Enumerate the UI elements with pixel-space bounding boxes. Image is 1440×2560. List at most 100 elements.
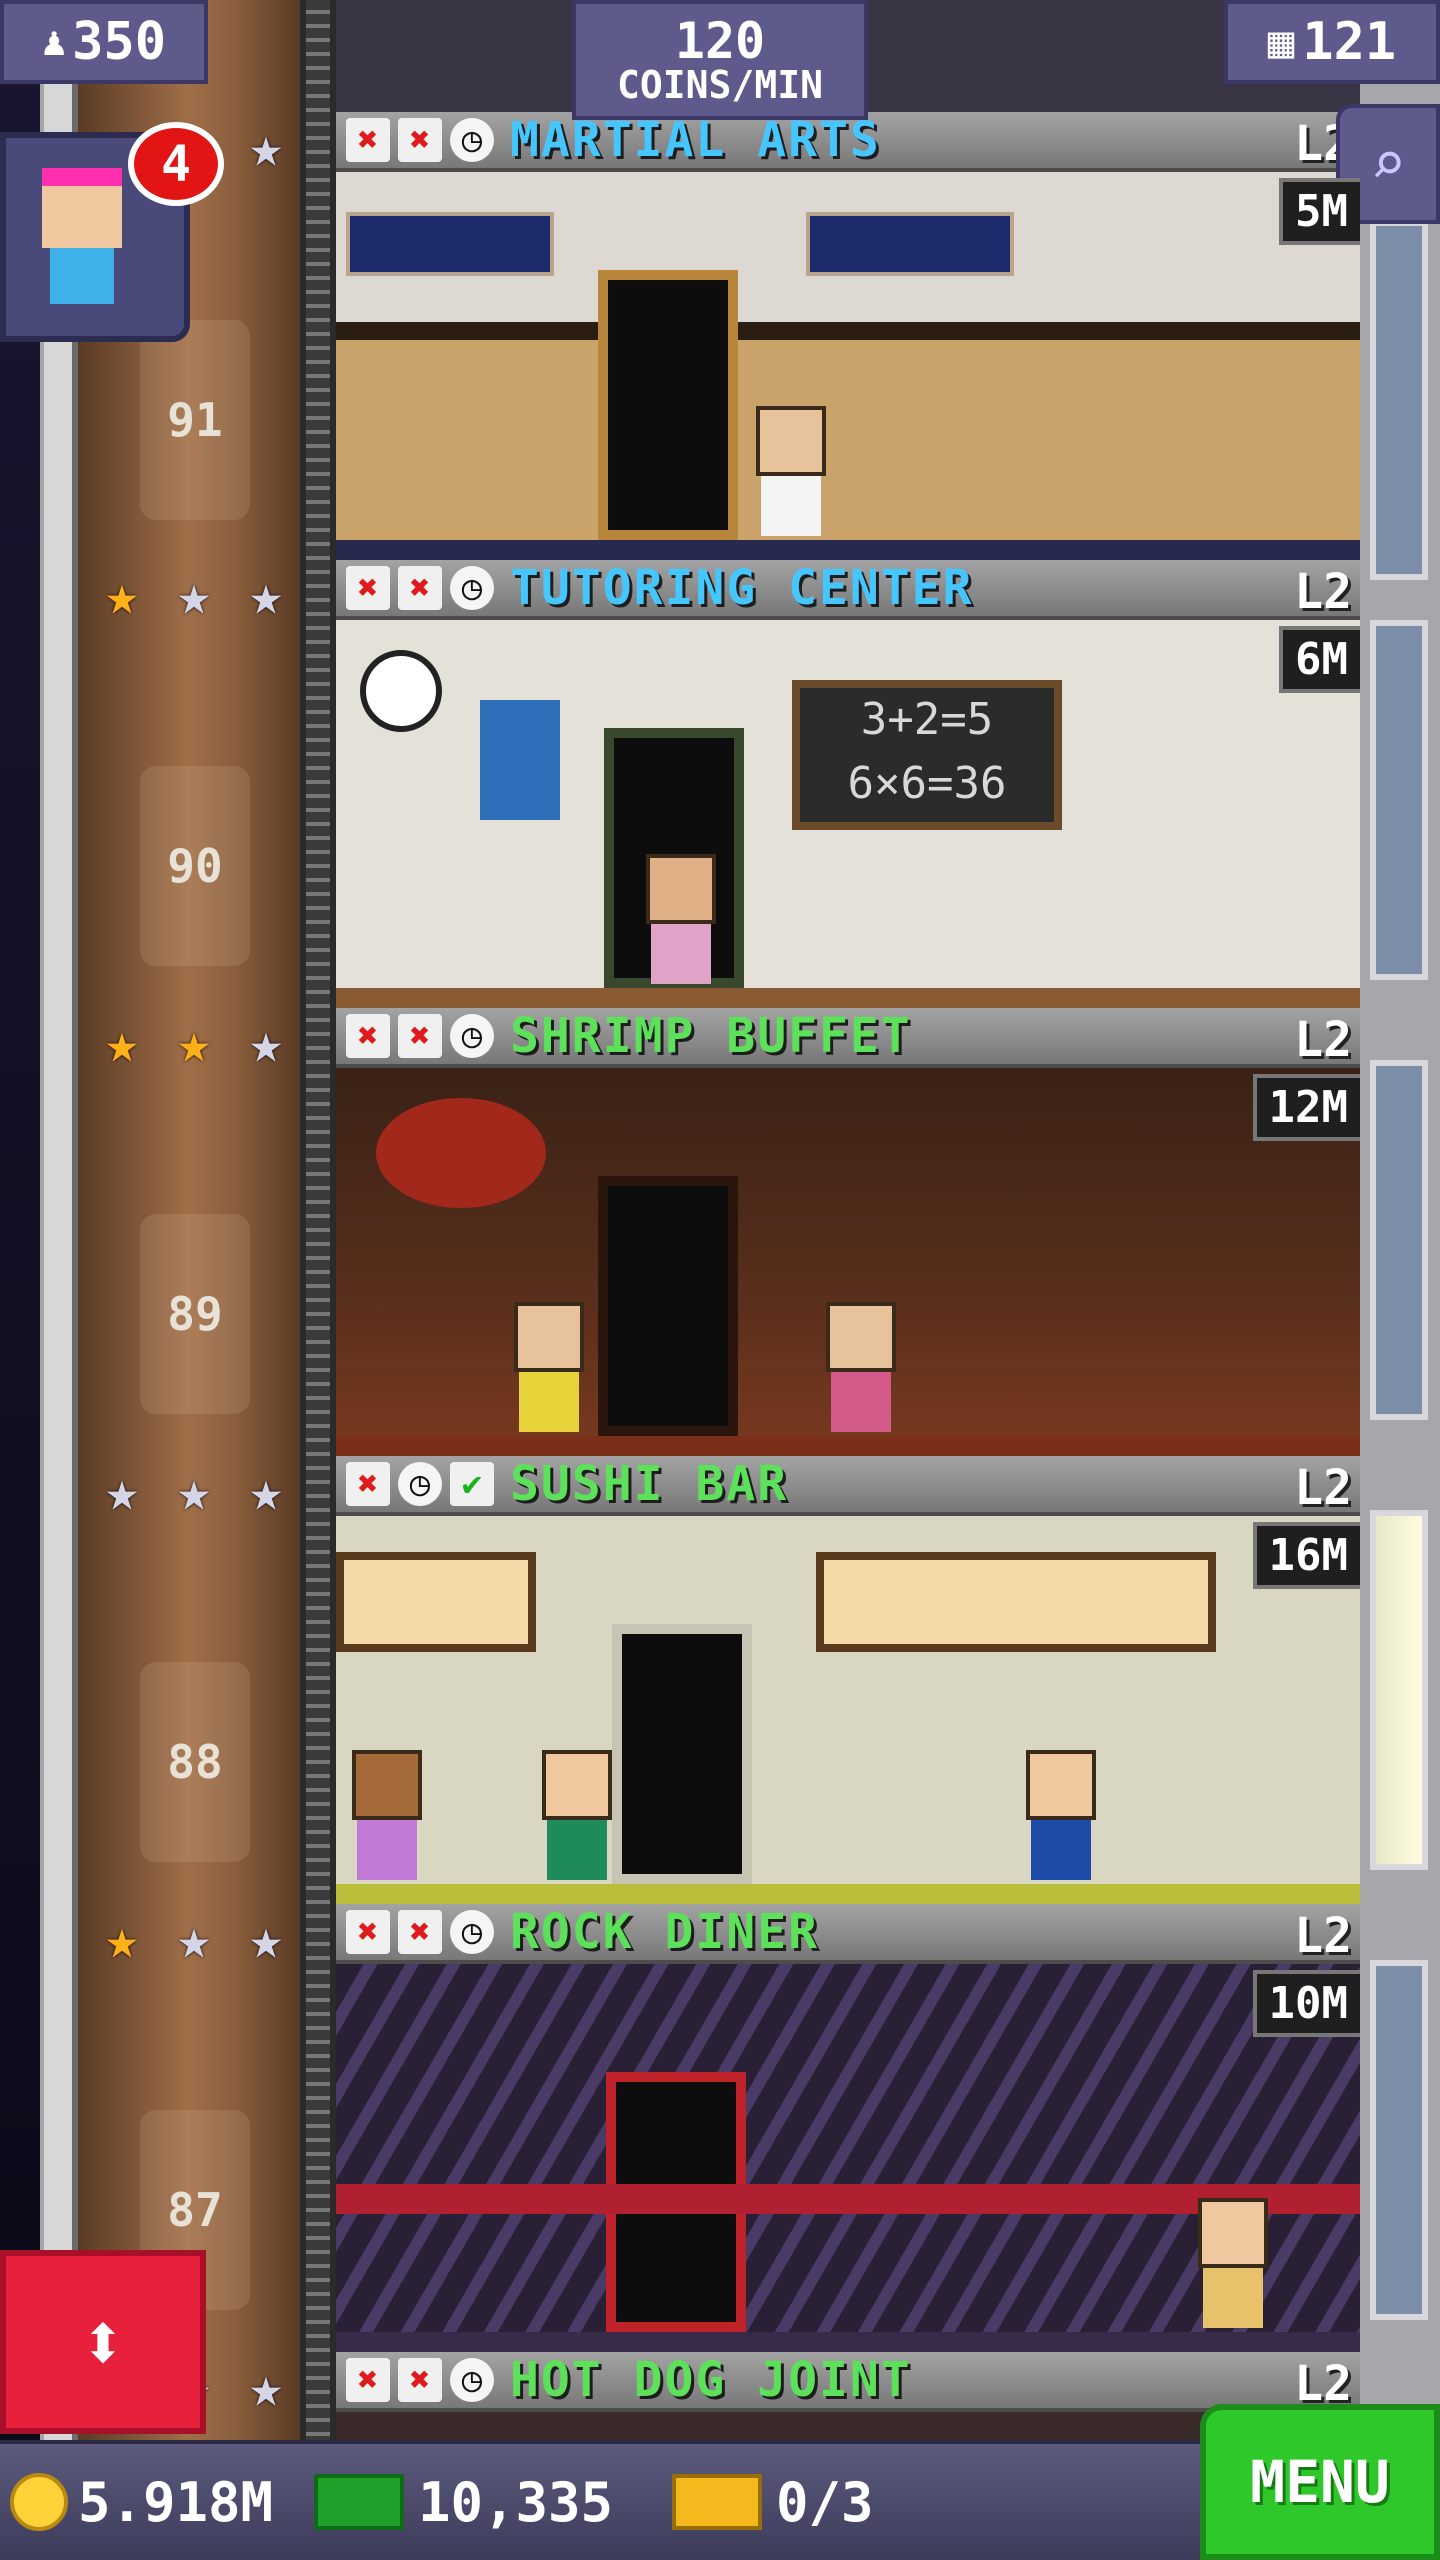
floor-shrimp-buffet[interactable]: ✖ ✖ ◷ SHRIMP BUFFET L2 12M [336, 1008, 1360, 1456]
bux-display[interactable]: 10,335 [314, 2444, 613, 2560]
floor-stock: 6M [1279, 626, 1360, 693]
star-rating-rock-diner: ★ ★ ★ [92, 1910, 296, 1970]
stock-empty-icon: ✖ [346, 2358, 390, 2402]
bitizen-character[interactable] [1026, 1750, 1096, 1880]
floor-header: ✖ ✖ ◷ HOT DOG JOINT L2 [336, 2352, 1360, 2412]
floor-stock: 16M [1252, 1522, 1360, 1589]
floor-name: ROCK DINER [510, 1904, 819, 1960]
up-down-arrow-icon: ⬍ [78, 2295, 128, 2389]
floor-base [336, 2332, 1360, 2352]
stock-empty-icon: ✖ [346, 1910, 390, 1954]
population-counter[interactable]: ♟ 350 [0, 0, 208, 84]
clock-icon: ◷ [450, 118, 494, 162]
building-icon: ▦ [1267, 16, 1295, 68]
star-gold-icon: ★ [105, 1011, 139, 1076]
floor-level: L2 [1294, 1012, 1352, 1068]
bitizen-character[interactable] [646, 854, 716, 984]
floor-number-89: 89 [140, 1214, 250, 1414]
notification-badge: 4 [128, 122, 224, 206]
floor-martial-arts[interactable]: ✖ ✖ ◷ MARTIAL ARTS L2 5M [336, 112, 1360, 560]
star-silver-icon: ★ [249, 563, 283, 628]
star-gold-icon: ★ [105, 563, 139, 628]
bux-value: 10,335 [418, 2470, 614, 2534]
tower-window [1370, 1510, 1428, 1870]
chalkboard-line-2: 6×6=36 [847, 758, 1007, 809]
menu-button[interactable]: MENU [1200, 2404, 1440, 2560]
floor-interior: 5M [336, 172, 1360, 560]
bitizen-character[interactable] [514, 1302, 584, 1432]
elevator-cable [300, 0, 336, 2440]
clock-icon: ◷ [450, 1014, 494, 1058]
floor-counter[interactable]: ▦ 121 [1224, 0, 1440, 84]
star-rating-sushi-bar: ★ ★ ★ [92, 1462, 296, 1522]
floor-level: L2 [1294, 1908, 1352, 1964]
bitizen-character[interactable] [756, 406, 826, 536]
railing [336, 322, 1360, 340]
floor-header: ✖ ◷ ✔ SUSHI BAR L2 [336, 1456, 1360, 1516]
coins-per-min-label: COINS/MIN [617, 63, 823, 107]
floor-name: TUTORING CENTER [510, 560, 974, 616]
tickets-display[interactable]: 0/3 [672, 2444, 874, 2560]
floor-door [598, 1176, 738, 1436]
floor-base [336, 1884, 1360, 1904]
floor-name: SHRIMP BUFFET [510, 1008, 912, 1064]
floor-interior: 16M [336, 1516, 1360, 1904]
stock-empty-icon: ✖ [398, 1014, 442, 1058]
bitizen-character[interactable] [1198, 2198, 1268, 2328]
floor-interior: 12M [336, 1068, 1360, 1456]
floor-number-90: 90 [140, 766, 250, 966]
avatar-head [42, 168, 122, 248]
floor-name: SUSHI BAR [510, 1456, 789, 1512]
stock-empty-icon: ✖ [398, 118, 442, 162]
tower-window [1370, 1960, 1428, 2320]
coins-per-min-value: 120 [674, 12, 766, 70]
floor-door [612, 1624, 752, 1884]
floor-base [336, 540, 1360, 560]
star-silver-icon: ★ [105, 1459, 139, 1524]
shoji-window [336, 1552, 536, 1652]
clock-icon: ◷ [450, 566, 494, 610]
stock-empty-icon: ✖ [398, 2358, 442, 2402]
stock-empty-icon: ✖ [398, 1910, 442, 1954]
star-silver-icon: ★ [249, 1907, 283, 1972]
floor-rock-diner[interactable]: ✖ ✖ ◷ ROCK DINER L2 10M [336, 1904, 1360, 2352]
floor-name: MARTIAL ARTS [510, 112, 881, 168]
coin-icon [10, 2473, 68, 2531]
floor-sushi-bar[interactable]: ✖ ◷ ✔ SUSHI BAR L2 16M [336, 1456, 1360, 1904]
floor-base [336, 1436, 1360, 1456]
star-silver-icon: ★ [249, 2355, 283, 2420]
floor-header: ✖ ✖ ◷ SHRIMP BUFFET L2 [336, 1008, 1360, 1068]
banner-sign [346, 212, 554, 276]
space-background [0, 0, 40, 2440]
star-gold-icon: ★ [177, 1011, 211, 1076]
apple-poster [480, 700, 560, 820]
floor-header: ✖ ✖ ◷ MARTIAL ARTS L2 [336, 112, 1360, 172]
floor-interior: 10M [336, 1964, 1360, 2352]
magnifier-icon: ⌕ [1369, 129, 1407, 199]
floor-tutoring-center[interactable]: ✖ ✖ ◷ TUTORING CENTER L2 6M 3+2=5 6×6=36 [336, 560, 1360, 1008]
floor-count-value: 121 [1302, 12, 1397, 72]
floor-number-91: 91 [140, 320, 250, 520]
coins-value: 5.918M [78, 2470, 274, 2534]
bitizen-character[interactable] [542, 1750, 612, 1880]
coins-display: 5.918M [10, 2444, 273, 2560]
bitizen-character[interactable] [352, 1750, 422, 1880]
tower-exterior-right [1360, 0, 1440, 2440]
elevator-button[interactable]: ⬍ [0, 2250, 206, 2434]
floor-number-88: 88 [140, 1662, 250, 1862]
shrimp-decor [376, 1098, 546, 1208]
population-value: 350 [72, 12, 166, 72]
floor-stock: 5M [1279, 178, 1360, 245]
floor-header: ✖ ✖ ◷ TUTORING CENTER L2 [336, 560, 1360, 620]
avatar-body [50, 248, 114, 304]
floor-name: HOT DOG JOINT [510, 2352, 912, 2408]
bux-icon [314, 2474, 404, 2530]
floor-stock: 10M [1252, 1970, 1360, 2037]
star-silver-icon: ★ [249, 1459, 283, 1524]
ticket-icon [672, 2474, 762, 2530]
chalkboard: 3+2=5 6×6=36 [792, 680, 1062, 830]
star-silver-icon: ★ [249, 1011, 283, 1076]
star-silver-icon: ★ [177, 1907, 211, 1972]
tower-window [1370, 220, 1428, 580]
bitizen-character[interactable] [826, 1302, 896, 1432]
